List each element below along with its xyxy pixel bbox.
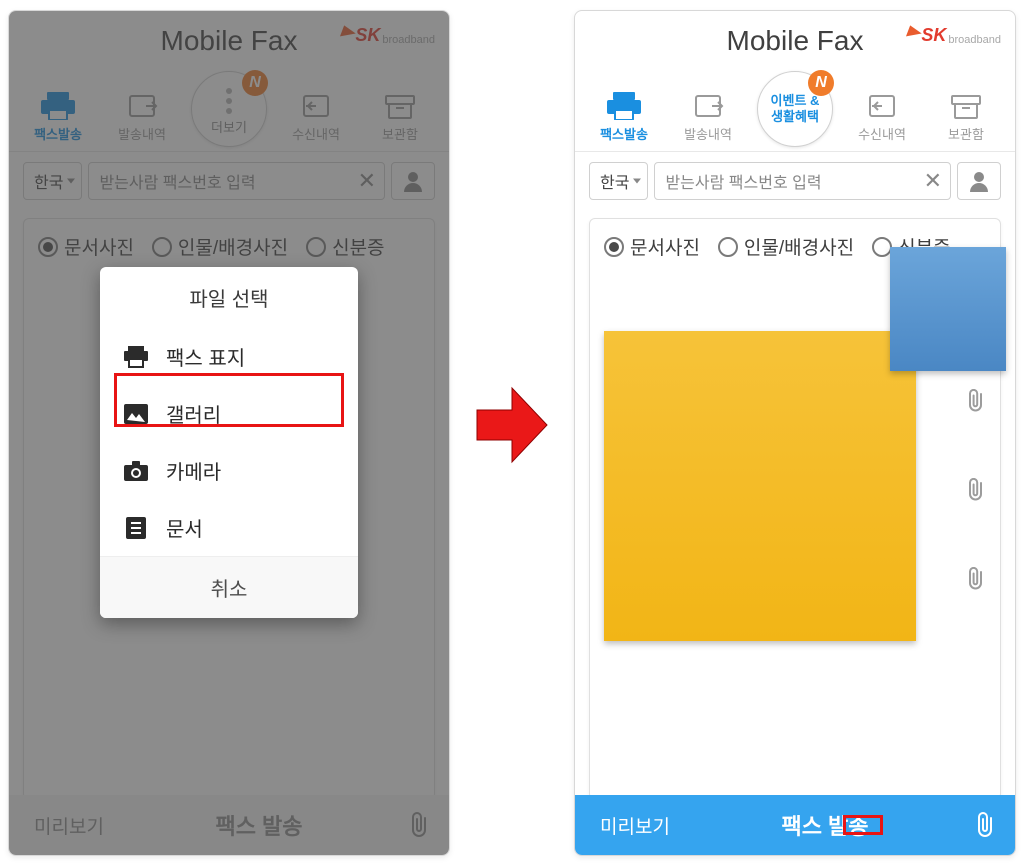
attach-button[interactable] [955, 812, 1015, 838]
tab-fax-send[interactable]: 팩스발송 [589, 92, 659, 143]
paperclip-icon[interactable] [964, 389, 986, 418]
attachment-slots [964, 389, 986, 596]
new-badge: N [808, 70, 834, 96]
camera-icon [122, 461, 150, 481]
radio-document-photo[interactable]: 문서사진 [604, 233, 700, 260]
paperclip-icon[interactable] [964, 478, 986, 507]
option-fax-cover[interactable]: 팩스 표지 [100, 328, 358, 385]
tab-received[interactable]: 수신내역 [847, 92, 917, 143]
tab-label: 발송내역 [684, 124, 732, 143]
inbox-icon [866, 92, 898, 120]
paperclip-icon[interactable] [964, 567, 986, 596]
send-fax-button[interactable]: 팩스 발송 [695, 809, 955, 841]
printer-icon [122, 346, 150, 368]
document-card: 문서사진 인물/배경사진 신분증 [589, 218, 1001, 800]
option-document[interactable]: 문서 [100, 499, 358, 556]
tab-label: 팩스발송 [600, 124, 648, 143]
placeholder: 받는사람 팩스번호 입력 [665, 169, 821, 193]
tab-label: 수신내역 [858, 124, 906, 143]
arrow-icon [472, 380, 552, 470]
app-title: Mobile Fax [727, 25, 864, 57]
fax-number-input[interactable]: 받는사람 팩스번호 입력 ✕ [654, 162, 951, 200]
tab-bar: 팩스발송 발송내역 이벤트 & 생활혜택 N 수신내역 보관함 [575, 71, 1015, 152]
printer-icon [607, 92, 641, 120]
tab-sent-history[interactable]: 발송내역 [673, 92, 743, 143]
dialog-cancel[interactable]: 취소 [100, 556, 358, 618]
document-icon [122, 517, 150, 539]
option-gallery[interactable]: 갤러리 [100, 385, 358, 442]
tab-center-line1: 이벤트 & [771, 93, 820, 109]
paperclip-icon [973, 812, 997, 838]
recipient-row: 한국 받는사람 팩스번호 입력 ✕ [575, 152, 1015, 210]
clear-icon[interactable]: ✕ [924, 168, 942, 194]
header: Mobile Fax SK broadband [575, 11, 1015, 71]
tab-center-line2: 생활혜택 [771, 109, 819, 125]
archive-icon [950, 94, 982, 120]
country-select[interactable]: 한국 [589, 162, 648, 200]
attached-image-2[interactable] [890, 247, 1006, 371]
left-panel: Mobile Fax SK broadband 팩스발송 발송내역 더보기 N [8, 10, 450, 856]
contacts-button[interactable] [957, 162, 1001, 200]
attached-image-1[interactable] [604, 331, 916, 641]
dialog-title: 파일 선택 [100, 267, 358, 328]
radio-icon [718, 237, 738, 257]
radio-person-photo[interactable]: 인물/배경사진 [718, 233, 854, 260]
gallery-icon [122, 404, 150, 424]
tab-events[interactable]: 이벤트 & 생활혜택 N [757, 71, 833, 147]
person-icon [969, 170, 989, 192]
bottom-bar: 미리보기 팩스 발송 [575, 795, 1015, 855]
right-panel: Mobile Fax SK broadband 팩스발송 발송내역 이벤트 & … [574, 10, 1016, 856]
tab-archive[interactable]: 보관함 [931, 94, 1001, 143]
radio-icon [604, 237, 624, 257]
option-camera[interactable]: 카메라 [100, 442, 358, 499]
preview-button[interactable]: 미리보기 [575, 812, 695, 839]
tab-label: 보관함 [948, 124, 984, 143]
outbox-icon [692, 92, 724, 120]
file-select-dialog: 파일 선택 팩스 표지 갤러리 카메라 문서 취소 [100, 267, 358, 618]
sk-logo: SK broadband [905, 25, 1001, 46]
